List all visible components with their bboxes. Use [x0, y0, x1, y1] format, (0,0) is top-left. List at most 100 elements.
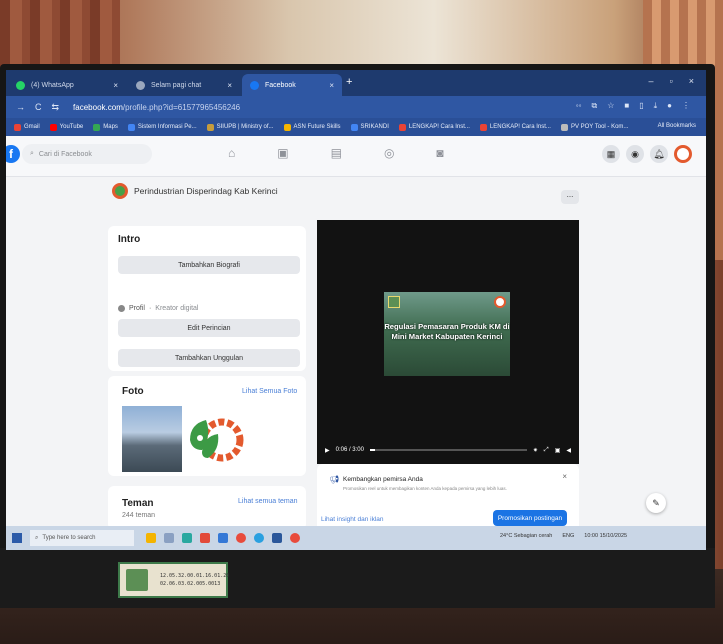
bookmark-item[interactable]: LENGKAP! Cara Inst... — [398, 123, 470, 131]
clock[interactable]: 10:00 15/10/2025 — [584, 533, 627, 539]
see-all-photos-link[interactable]: Lihat Semua Foto — [242, 388, 297, 395]
site-info-icon[interactable]: ⇆ — [52, 102, 60, 113]
edge-icon[interactable] — [182, 533, 192, 543]
close-icon[interactable]: × — [113, 81, 118, 90]
friends-count: 244 teman — [122, 512, 156, 519]
new-tab-icon[interactable]: + — [346, 76, 352, 88]
notifications-icon[interactable]: 🔔︎ — [650, 145, 668, 163]
compose-icon[interactable]: ✎ — [646, 493, 666, 513]
chrome-icon-2[interactable] — [290, 533, 300, 543]
bookmark-item[interactable]: Gmail — [14, 123, 40, 131]
facebook-logo-icon[interactable]: f — [6, 145, 20, 163]
marketplace-icon[interactable]: ▤ — [331, 146, 342, 160]
maximize-icon[interactable]: ▫ — [670, 76, 673, 86]
facebook-icon — [250, 80, 259, 90]
photos-title: Foto — [122, 386, 144, 397]
see-all-friends-link[interactable]: Lihat semua teman — [238, 498, 298, 505]
pip-icon[interactable]: ▣ — [555, 447, 561, 454]
url-field[interactable]: facebook.com/profile.php?id=615779654562… — [73, 103, 240, 112]
home-icon[interactable]: ⌂ — [228, 146, 235, 160]
sticker-line-2: 02.06.03.02.005.0013 — [160, 581, 221, 587]
tab-facebook[interactable]: Facebook × — [242, 74, 342, 96]
weather[interactable]: 24°C Sebagian cerah — [500, 533, 552, 539]
promote-post-button[interactable]: Promosikan postingan — [493, 510, 567, 526]
megaphone-icon: 📢︎ — [329, 475, 340, 484]
menu-icon[interactable]: ⋮ — [682, 101, 690, 111]
copilot-icon[interactable] — [146, 533, 156, 543]
gaming-icon[interactable]: ◙ — [436, 146, 443, 160]
file-explorer-icon[interactable] — [218, 533, 228, 543]
video-title: Regulasi Pemasaran Produk KM di Mini Mar… — [384, 322, 510, 341]
search-icon: ⌕ — [35, 534, 39, 541]
reload-icon[interactable]: C — [35, 102, 42, 112]
more-options-button[interactable]: ... — [561, 190, 579, 204]
minimize-icon[interactable]: – — [649, 76, 654, 86]
edit-details-button[interactable]: Edit Perincian — [118, 319, 300, 337]
profile-info: Profil · Kreator digital — [118, 305, 199, 312]
close-icon[interactable]: × — [562, 472, 567, 481]
close-window-icon[interactable]: × — [689, 76, 694, 86]
bookmark-label: SRIKANDI — [360, 124, 389, 130]
video-progress-bar[interactable] — [369, 449, 527, 451]
video-player[interactable]: Regulasi Pemasaran Produk KM di Mini Mar… — [317, 220, 579, 464]
share-icon[interactable]: ⧉ — [591, 101, 597, 111]
account-avatar[interactable] — [674, 145, 692, 163]
volume-icon[interactable]: ◀ — [566, 447, 571, 454]
apps-menu-icon[interactable]: ▦ — [602, 145, 620, 163]
bookmark-label: Gmail — [24, 124, 40, 130]
star-icon[interactable]: ☆ — [607, 101, 614, 111]
tab-chat[interactable]: Selam pagi chat × — [128, 74, 240, 96]
store-icon[interactable] — [200, 533, 210, 543]
bookmark-item[interactable]: SRIKANDI — [350, 123, 389, 131]
sidepanel-icon[interactable]: ▯ — [639, 101, 643, 111]
video-progress-fill — [369, 449, 375, 451]
taskbar-search-input[interactable]: ⌕ Type here to search — [30, 530, 134, 546]
bookmarks-bar: Gmail YouTube Maps Sistem Informasi Pe... SI… — [6, 118, 706, 136]
insights-link[interactable]: Lihat insight dan iklan — [321, 516, 384, 523]
photo-thumbnail-building[interactable] — [122, 406, 182, 472]
bookmark-item[interactable]: Maps — [93, 123, 118, 131]
chrome-icon[interactable] — [236, 533, 246, 543]
facebook-search-input[interactable]: ⌕ Cari di Facebook — [22, 144, 152, 164]
close-icon[interactable]: × — [329, 81, 334, 90]
add-featured-button[interactable]: Tambahkan Unggulan — [118, 349, 300, 367]
fullscreen-icon[interactable]: ⤢ — [544, 447, 549, 454]
bookmark-item[interactable]: PV POY Tool - Kom... — [560, 123, 628, 131]
bookmark-item[interactable]: Sistem Informasi Pe... — [127, 123, 197, 131]
password-icon[interactable]: ◦◦ — [576, 101, 582, 111]
all-bookmarks-button[interactable]: All Bookmarks — [658, 123, 696, 129]
date: 15/10/2025 — [599, 533, 628, 539]
video-thumbnail: Regulasi Pemasaran Produk KM di Mini Mar… — [384, 292, 510, 376]
bookmark-icon — [127, 123, 135, 131]
language[interactable]: ENG — [562, 533, 574, 539]
bookmark-item[interactable]: SIIUPB | Ministry of... — [206, 123, 274, 131]
groups-icon[interactable]: ◎ — [384, 146, 394, 160]
settings-icon[interactable]: ✷ — [533, 447, 538, 454]
bookmark-icon — [479, 123, 487, 131]
telegram-icon[interactable] — [254, 533, 264, 543]
profile-label: Profil — [129, 305, 145, 312]
bookmark-item[interactable]: LENGKAP! Cara Inst... — [479, 123, 551, 131]
page-header[interactable]: Perindustrian Disperindag Kab Kerinci — [112, 183, 278, 199]
disperindag-logo-icon — [190, 418, 244, 462]
extension-icon[interactable]: ■ — [624, 101, 629, 111]
play-icon[interactable]: ▶ — [325, 447, 330, 454]
bookmark-item[interactable]: YouTube — [49, 123, 83, 131]
add-bio-button[interactable]: Tambahkan Biografi — [118, 256, 300, 274]
windows-start-icon[interactable] — [12, 533, 22, 543]
forward-icon[interactable]: → — [16, 102, 25, 112]
close-icon[interactable]: × — [227, 81, 232, 90]
word-icon[interactable] — [272, 533, 282, 543]
facebook-nav: ⌂ ▣ ▤ ◎ ◙ — [228, 146, 444, 160]
bookmark-item[interactable]: ASN Future Skills — [283, 123, 341, 131]
url-path: /profile.php?id=61577965456246 — [122, 102, 241, 112]
profile-icon[interactable]: ● — [667, 101, 672, 111]
tab-whatsapp[interactable]: (4) WhatsApp × — [8, 74, 126, 96]
messenger-icon[interactable]: ◉ — [626, 145, 644, 163]
bookmark-label: Sistem Informasi Pe... — [137, 124, 197, 130]
download-icon[interactable]: ⤓ — [654, 101, 658, 111]
browser-tabstrip: (4) WhatsApp × Selam pagi chat × Faceboo… — [6, 70, 706, 96]
photo-thumbnail-logo[interactable] — [182, 406, 244, 472]
video-icon[interactable]: ▣ — [277, 146, 288, 160]
task-view-icon[interactable] — [164, 533, 174, 543]
